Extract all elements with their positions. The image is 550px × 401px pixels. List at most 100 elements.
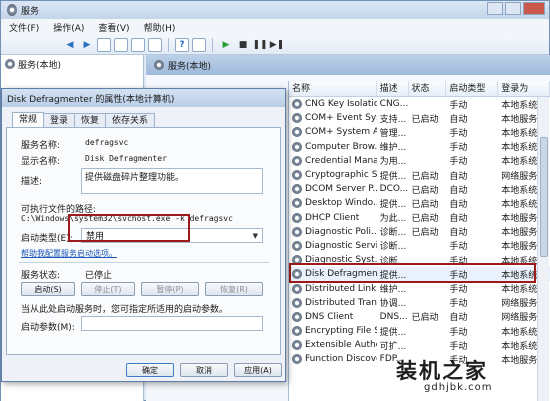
- menu-view[interactable]: 查看(V): [98, 21, 129, 34]
- services-list: 名称 描述 状态 启动类型 登录为 CNG Key IsolationCNG..…: [288, 81, 550, 401]
- start-params-hint: 当从此处启动服务时，您可指定所适用的启动参数。: [21, 305, 229, 315]
- tab-dependencies[interactable]: 依存关系: [105, 113, 156, 127]
- column-description[interactable]: 描述: [377, 81, 409, 96]
- service-name-cell: DCOM Server P...: [289, 184, 377, 195]
- description-cell: 为此...: [379, 214, 407, 225]
- column-name[interactable]: 名称: [289, 81, 377, 96]
- start-params-label: 启动参数(M):: [21, 323, 75, 333]
- table-row[interactable]: COM+ Event Sys...支持...已启动自动本地服务: [289, 111, 550, 125]
- forward-arrow-icon[interactable]: ▶: [80, 38, 94, 52]
- pause-button[interactable]: 暂停(P): [141, 282, 199, 296]
- restart-icon[interactable]: ▶❚: [270, 38, 284, 52]
- tree-item-services-local[interactable]: 服务(本地): [5, 57, 139, 71]
- table-row[interactable]: Cryptographic S...提供...已启动自动网络服务: [289, 168, 550, 182]
- stop-button[interactable]: 停止(T): [81, 282, 135, 296]
- table-row[interactable]: DNS Client DNS... 已启动 自动 网络服务: [289, 310, 550, 324]
- gear-icon: [292, 212, 302, 223]
- table-row[interactable]: DCOM Server P... DCO... 已启动 自动 本地系统: [289, 182, 550, 196]
- display-name-label: 显示名称:: [21, 157, 61, 167]
- gear-icon: [154, 60, 164, 70]
- service-name-cell: Desktop Windo...: [289, 198, 377, 209]
- description-cell: 提供...: [379, 199, 407, 210]
- description-cell: 诊断...: [379, 228, 407, 239]
- column-startup-type[interactable]: 启动类型: [446, 81, 499, 96]
- tab-logon[interactable]: 登录: [43, 113, 76, 127]
- service-name-cell: Cryptographic S...: [289, 170, 377, 181]
- table-row[interactable]: Extensible Authe...可扩...手动本地系统: [289, 338, 550, 352]
- description-cell: 为用...: [379, 157, 407, 168]
- description-cell: 提供...: [379, 171, 407, 182]
- table-row[interactable]: COM+ System A...管理...手动本地系统: [289, 125, 550, 139]
- properties-icon[interactable]: [192, 37, 206, 52]
- tab-general[interactable]: 常规: [12, 112, 45, 127]
- table-row[interactable]: Credential Mana...为用...手动本地系统: [289, 154, 550, 168]
- description-textbox[interactable]: 提供磁盘碎片整理功能。: [81, 168, 263, 194]
- table-row[interactable]: Distributed Tran...协调...手动网络服务: [289, 296, 550, 310]
- scrollbar-thumb[interactable]: [540, 137, 548, 257]
- play-icon[interactable]: ▶: [219, 38, 233, 52]
- watermark-url: gdhjbk.com: [424, 382, 493, 393]
- service-name-cell: Encrypting File S...: [289, 326, 377, 337]
- column-log-on-as[interactable]: 登录为: [498, 81, 550, 96]
- startup-type-cell: 手动: [449, 143, 468, 154]
- close-button[interactable]: [523, 2, 545, 15]
- table-row[interactable]: Diagnostic Servi...诊断...手动本地服务: [289, 239, 550, 253]
- menu-file[interactable]: 文件(F): [9, 21, 39, 34]
- maximize-button[interactable]: [505, 2, 521, 15]
- menu-action[interactable]: 操作(A): [53, 21, 84, 34]
- status-cell: 已启动: [411, 228, 439, 239]
- table-row[interactable]: Computer Brow... 维护... 手动 本地系统: [289, 140, 550, 154]
- vertical-scrollbar[interactable]: [537, 97, 549, 401]
- refresh-icon[interactable]: [131, 37, 145, 52]
- status-cell: 已启动: [411, 171, 439, 182]
- service-name-cell: Diagnostic Poli...: [289, 226, 377, 237]
- stop-icon[interactable]: ■: [236, 38, 250, 52]
- gear-icon: [292, 226, 302, 237]
- ok-button[interactable]: 确定: [126, 363, 174, 377]
- back-arrow-icon[interactable]: ◀: [63, 38, 77, 52]
- startup-type-cell: 手动: [449, 327, 468, 338]
- service-name-cell: CNG Key Isolation: [289, 99, 377, 110]
- console-tree-icon[interactable]: [97, 37, 111, 52]
- menu-help[interactable]: 帮助(H): [144, 21, 176, 34]
- table-row[interactable]: CNG Key IsolationCNG...手动本地系统: [289, 97, 550, 111]
- start-button[interactable]: 启动(S): [21, 282, 75, 296]
- cancel-button[interactable]: 取消: [180, 363, 228, 377]
- table-row[interactable]: Diagnostic Poli... 诊断... 已启动 自动 本地服务: [289, 225, 550, 239]
- description-cell: 维护...: [379, 285, 407, 296]
- startup-type-cell: 手动: [449, 100, 468, 111]
- startup-type-cell: 手动: [449, 242, 468, 253]
- apply-button[interactable]: 应用(A): [234, 363, 282, 377]
- help-icon[interactable]: ?: [175, 37, 189, 52]
- status-cell: 已启动: [411, 199, 439, 210]
- service-status-label: 服务状态:: [21, 271, 61, 281]
- watermark-text: 装机之家: [396, 358, 488, 383]
- column-status[interactable]: 状态: [409, 81, 447, 96]
- table-row[interactable]: Encrypting File S...提供...手动本地系统: [289, 324, 550, 338]
- gear-icon: [292, 297, 302, 308]
- service-name-cell: Distributed Link ...: [289, 283, 377, 294]
- startup-type-cell: 手动: [449, 285, 468, 296]
- minimize-button[interactable]: [487, 2, 503, 15]
- status-cell: 已启动: [411, 185, 439, 196]
- gear-icon: [292, 354, 302, 365]
- startup-type-label: 启动类型(E):: [21, 234, 73, 244]
- chevron-down-icon: ▼: [252, 231, 258, 240]
- table-row[interactable]: Distributed Link ...维护...手动本地系统: [289, 281, 550, 295]
- service-name-cell: DNS Client: [289, 311, 377, 322]
- startup-type-cell: 手动: [449, 128, 468, 139]
- list-view-icon[interactable]: [114, 37, 128, 52]
- table-row[interactable]: DHCP Client 为此... 已启动 自动 本地服务: [289, 211, 550, 225]
- start-params-input[interactable]: [81, 316, 263, 331]
- pause-icon[interactable]: ❚❚: [252, 38, 267, 52]
- table-row[interactable]: Desktop Windo... 提供... 已启动 自动 本地系统: [289, 196, 550, 210]
- gear-icon: [292, 184, 302, 195]
- startup-help-link[interactable]: 帮助我配置服务启动选项。: [21, 248, 117, 259]
- startup-type-cell: 自动: [449, 199, 468, 210]
- resume-button[interactable]: 恢复(R): [205, 282, 263, 296]
- tab-recovery[interactable]: 恢复: [74, 113, 107, 127]
- highlight-box-disk-defragmenter: [289, 263, 536, 283]
- export-icon[interactable]: [148, 37, 162, 52]
- startup-type-cell: 自动: [449, 185, 468, 196]
- toolbar: ◀ ▶ ? ▶ ■ ❚❚ ▶❚: [1, 35, 549, 55]
